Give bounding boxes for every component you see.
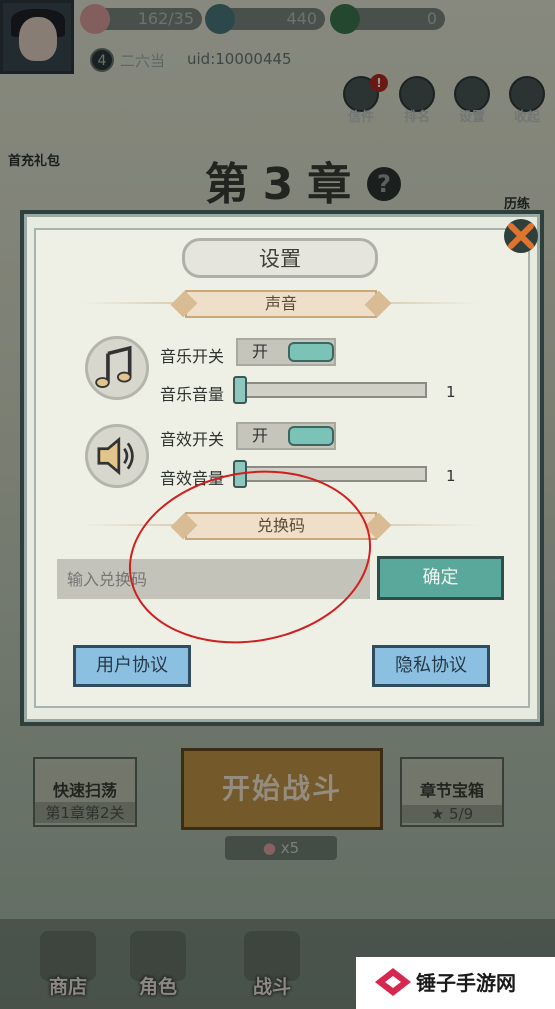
sfx-volume-value: 1: [446, 467, 456, 485]
music-toggle-knob: [288, 342, 334, 362]
watermark-logo-icon: [375, 968, 411, 996]
sfx-toggle-label: 音效开关: [160, 430, 225, 449]
music-volume-value: 1: [446, 383, 456, 401]
sfx-toggle-state: 开: [252, 426, 269, 445]
user-agreement-button[interactable]: 用户协议: [73, 645, 191, 687]
music-toggle[interactable]: 开: [236, 338, 336, 366]
music-toggle-label: 音乐开关: [160, 347, 225, 366]
settings-title: 设置: [182, 238, 378, 278]
music-toggle-state: 开: [252, 342, 269, 361]
close-icon[interactable]: [502, 217, 540, 255]
music-volume-slider[interactable]: [233, 382, 427, 398]
privacy-policy-button[interactable]: 隐私协议: [372, 645, 490, 687]
confirm-button[interactable]: 确定: [377, 556, 504, 600]
speaker-icon: [85, 424, 149, 488]
music-volume-thumb[interactable]: [233, 376, 247, 404]
sfx-toggle[interactable]: 开: [236, 422, 336, 450]
sound-section-header: 声音: [185, 290, 377, 318]
music-note-icon: [85, 336, 149, 400]
music-volume-label: 音乐音量: [160, 385, 225, 404]
sfx-toggle-knob: [288, 426, 334, 446]
